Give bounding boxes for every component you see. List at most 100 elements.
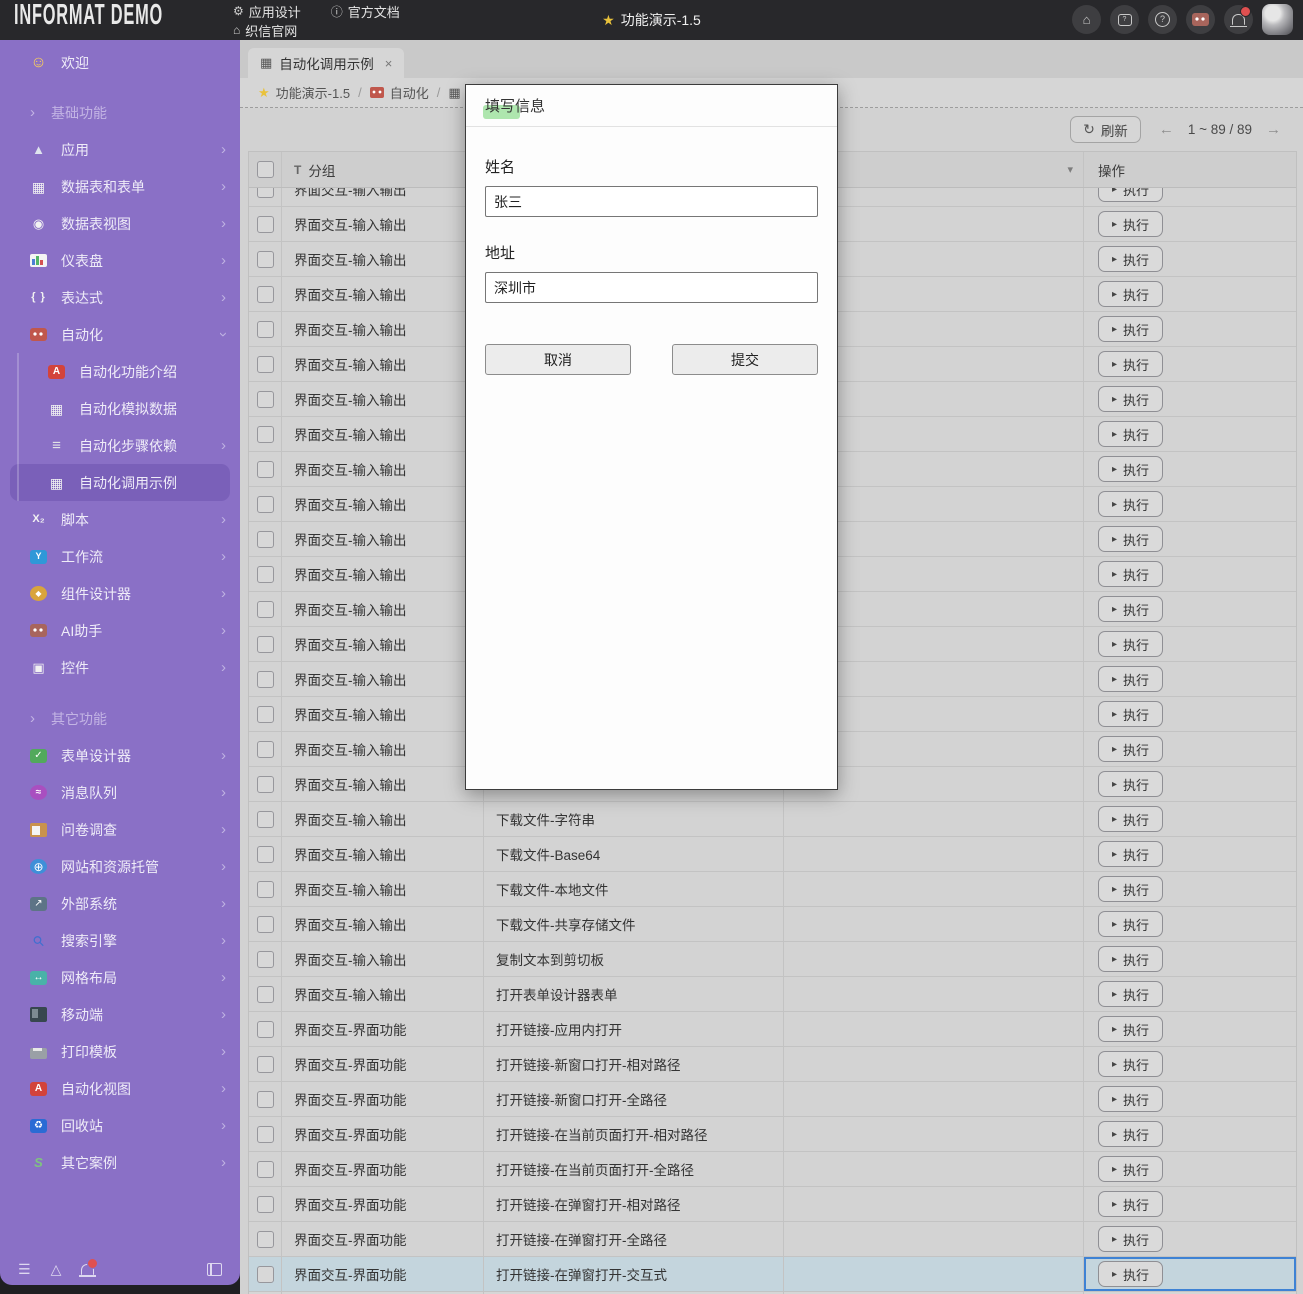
row-checkbox[interactable] [257, 496, 274, 513]
next-page-arrow-icon[interactable]: → [1266, 121, 1281, 138]
execute-button[interactable]: ▸ 执行 [1098, 596, 1163, 622]
help-button[interactable]: ? [1148, 5, 1177, 34]
row-checkbox[interactable] [257, 741, 274, 758]
execute-button[interactable]: ▸ 执行 [1098, 876, 1163, 902]
bell-icon[interactable] [81, 1262, 94, 1278]
execute-button[interactable]: ▸ 执行 [1098, 1016, 1163, 1042]
execute-button[interactable]: ▸ 执行 [1098, 491, 1163, 517]
refresh-button[interactable]: ↻ 刷新 [1070, 116, 1141, 143]
table-row[interactable]: 界面交互-界面功能 打开链接-应用内打开 ▸ 执行 [249, 1012, 1296, 1047]
feedback-button[interactable]: ? [1110, 5, 1139, 34]
execute-button[interactable]: ▸ 执行 [1098, 316, 1163, 342]
nav-official-docs[interactable]: ⓘ 官方文档 [331, 2, 400, 20]
sidebar-item-外部系统[interactable]: ↗ 外部系统 › [0, 885, 240, 922]
execute-button[interactable]: ▸ 执行 [1098, 281, 1163, 307]
row-checkbox[interactable] [257, 1056, 274, 1073]
name-input[interactable] [485, 186, 818, 217]
execute-button[interactable]: ▸ 执行 [1098, 806, 1163, 832]
address-input[interactable] [485, 272, 818, 303]
execute-button[interactable]: ▸ 执行 [1098, 1051, 1163, 1077]
close-icon[interactable]: × [385, 56, 393, 71]
triangle-icon[interactable]: △ [51, 1261, 62, 1278]
sidebar-item-自动化调用示例[interactable]: ▦ 自动化调用示例 [10, 464, 230, 501]
sidebar-item-AI助手[interactable]: AI助手 › [0, 612, 240, 649]
submit-button[interactable]: 提交 [672, 344, 818, 375]
sidebar-item-脚本[interactable]: X₂ 脚本 › [0, 501, 240, 538]
sidebar-item-表单设计器[interactable]: ✓ 表单设计器 › [0, 737, 240, 774]
row-checkbox[interactable] [257, 1266, 274, 1283]
execute-button[interactable]: ▸ 执行 [1098, 246, 1163, 272]
execute-button[interactable]: ▸ 执行 [1098, 1086, 1163, 1112]
table-row[interactable]: 界面交互-界面功能 打开链接-新窗口打开-全路径 ▸ 执行 [249, 1082, 1296, 1117]
sidebar-item-打印模板[interactable]: 打印模板 › [0, 1033, 240, 1070]
sidebar-item-网站和资源托管[interactable]: ⊕ 网站和资源托管 › [0, 848, 240, 885]
sidebar-item-组件设计器[interactable]: ◆ 组件设计器 › [0, 575, 240, 612]
execute-button[interactable]: ▸ 执行 [1098, 386, 1163, 412]
execute-button[interactable]: ▸ 执行 [1098, 631, 1163, 657]
sidebar-item-基础功能[interactable]: › 基础功能 [0, 94, 240, 131]
row-checkbox[interactable] [257, 671, 274, 688]
execute-button[interactable]: ▸ 执行 [1098, 911, 1163, 937]
row-checkbox[interactable] [257, 1091, 274, 1108]
execute-button[interactable]: ▸ 执行 [1098, 456, 1163, 482]
table-row[interactable]: 界面交互-界面功能 打开链接-在弹窗打开-全路径 ▸ 执行 [249, 1222, 1296, 1257]
table-row[interactable]: 界面交互-输入输出 下载文件-本地文件 ▸ 执行 [249, 872, 1296, 907]
breadcrumb-item-automation[interactable]: 自动化 [370, 83, 429, 102]
row-checkbox[interactable] [257, 1196, 274, 1213]
sidebar-item-应用[interactable]: ▲ 应用 › [0, 131, 240, 168]
sidebar-item-其它功能[interactable]: › 其它功能 [0, 700, 240, 737]
execute-button[interactable]: ▸ 执行 [1098, 1191, 1163, 1217]
list-icon[interactable]: ☰ [18, 1261, 31, 1278]
row-checkbox[interactable] [257, 1126, 274, 1143]
row-checkbox[interactable] [257, 461, 274, 478]
row-checkbox[interactable] [257, 286, 274, 303]
row-checkbox[interactable] [257, 426, 274, 443]
row-checkbox[interactable] [257, 601, 274, 618]
sidebar-item-自动化模拟数据[interactable]: ▦ 自动化模拟数据 [0, 390, 240, 427]
row-checkbox[interactable] [257, 951, 274, 968]
execute-button[interactable]: ▸ 执行 [1098, 771, 1163, 797]
row-checkbox[interactable] [257, 356, 274, 373]
notifications-button[interactable] [1224, 5, 1253, 34]
execute-button[interactable]: ▸ 执行 [1098, 421, 1163, 447]
row-checkbox[interactable] [257, 811, 274, 828]
select-all-checkbox[interactable] [257, 161, 274, 178]
assistant-button[interactable] [1186, 5, 1215, 34]
row-checkbox[interactable] [257, 216, 274, 233]
table-row[interactable]: 界面交互-输入输出 下载文件-字符串 ▸ 执行 [249, 802, 1296, 837]
home-button[interactable]: ⌂ [1072, 5, 1101, 34]
execute-button[interactable]: ▸ 执行 [1098, 666, 1163, 692]
row-checkbox[interactable] [257, 1161, 274, 1178]
row-checkbox[interactable] [257, 776, 274, 793]
execute-button[interactable]: ▸ 执行 [1098, 1226, 1163, 1252]
cancel-button[interactable]: 取消 [485, 344, 631, 375]
execute-button[interactable]: ▸ 执行 [1098, 1261, 1163, 1287]
row-checkbox[interactable] [257, 321, 274, 338]
execute-button[interactable]: ▸ 执行 [1098, 841, 1163, 867]
sidebar-item-其它案例[interactable]: S 其它案例 › [0, 1144, 240, 1181]
breadcrumb-item-app[interactable]: ★ 功能演示-1.5 [258, 83, 350, 102]
row-checkbox[interactable] [257, 531, 274, 548]
row-checkbox[interactable] [257, 846, 274, 863]
row-checkbox[interactable] [257, 881, 274, 898]
row-checkbox[interactable] [257, 636, 274, 653]
sidebar-item-工作流[interactable]: Y 工作流 › [0, 538, 240, 575]
nav-app-design[interactable]: ⚙ 应用设计 [233, 2, 301, 20]
sidebar-item-问卷调查[interactable]: 问卷调查 › [0, 811, 240, 848]
sidebar-item-移动端[interactable]: 移动端 › [0, 996, 240, 1033]
sidebar-item-仪表盘[interactable]: 仪表盘 › [0, 242, 240, 279]
sidebar-item-自动化视图[interactable]: A 自动化视图 › [0, 1070, 240, 1107]
row-checkbox[interactable] [257, 566, 274, 583]
execute-button[interactable]: ▸ 执行 [1098, 351, 1163, 377]
table-row[interactable]: 界面交互-输入输出 下载文件-共享存储文件 ▸ 执行 [249, 907, 1296, 942]
table-row[interactable]: 界面交互-界面功能 打开链接-在当前页面打开-相对路径 ▸ 执行 [249, 1117, 1296, 1152]
sidebar-item-控件[interactable]: ▣ 控件 › [0, 649, 240, 686]
sidebar-item-数据表和表单[interactable]: ▦ 数据表和表单 › [0, 168, 240, 205]
execute-button[interactable]: ▸ 执行 [1098, 981, 1163, 1007]
user-avatar[interactable] [1262, 4, 1293, 35]
sidebar-item-自动化功能介绍[interactable]: A 自动化功能介绍 [0, 353, 240, 390]
nav-official-site[interactable]: ⌂ 织信官网 [233, 21, 301, 39]
table-row[interactable]: 界面交互-界面功能 打开链接-在当前页面打开-全路径 ▸ 执行 [249, 1152, 1296, 1187]
table-row[interactable]: 界面交互-界面功能 打开链接-新窗口打开-相对路径 ▸ 执行 [249, 1047, 1296, 1082]
table-row[interactable]: 界面交互-界面功能 打开链接-在弹窗打开-交互式 ▸ 执行 [249, 1257, 1296, 1292]
